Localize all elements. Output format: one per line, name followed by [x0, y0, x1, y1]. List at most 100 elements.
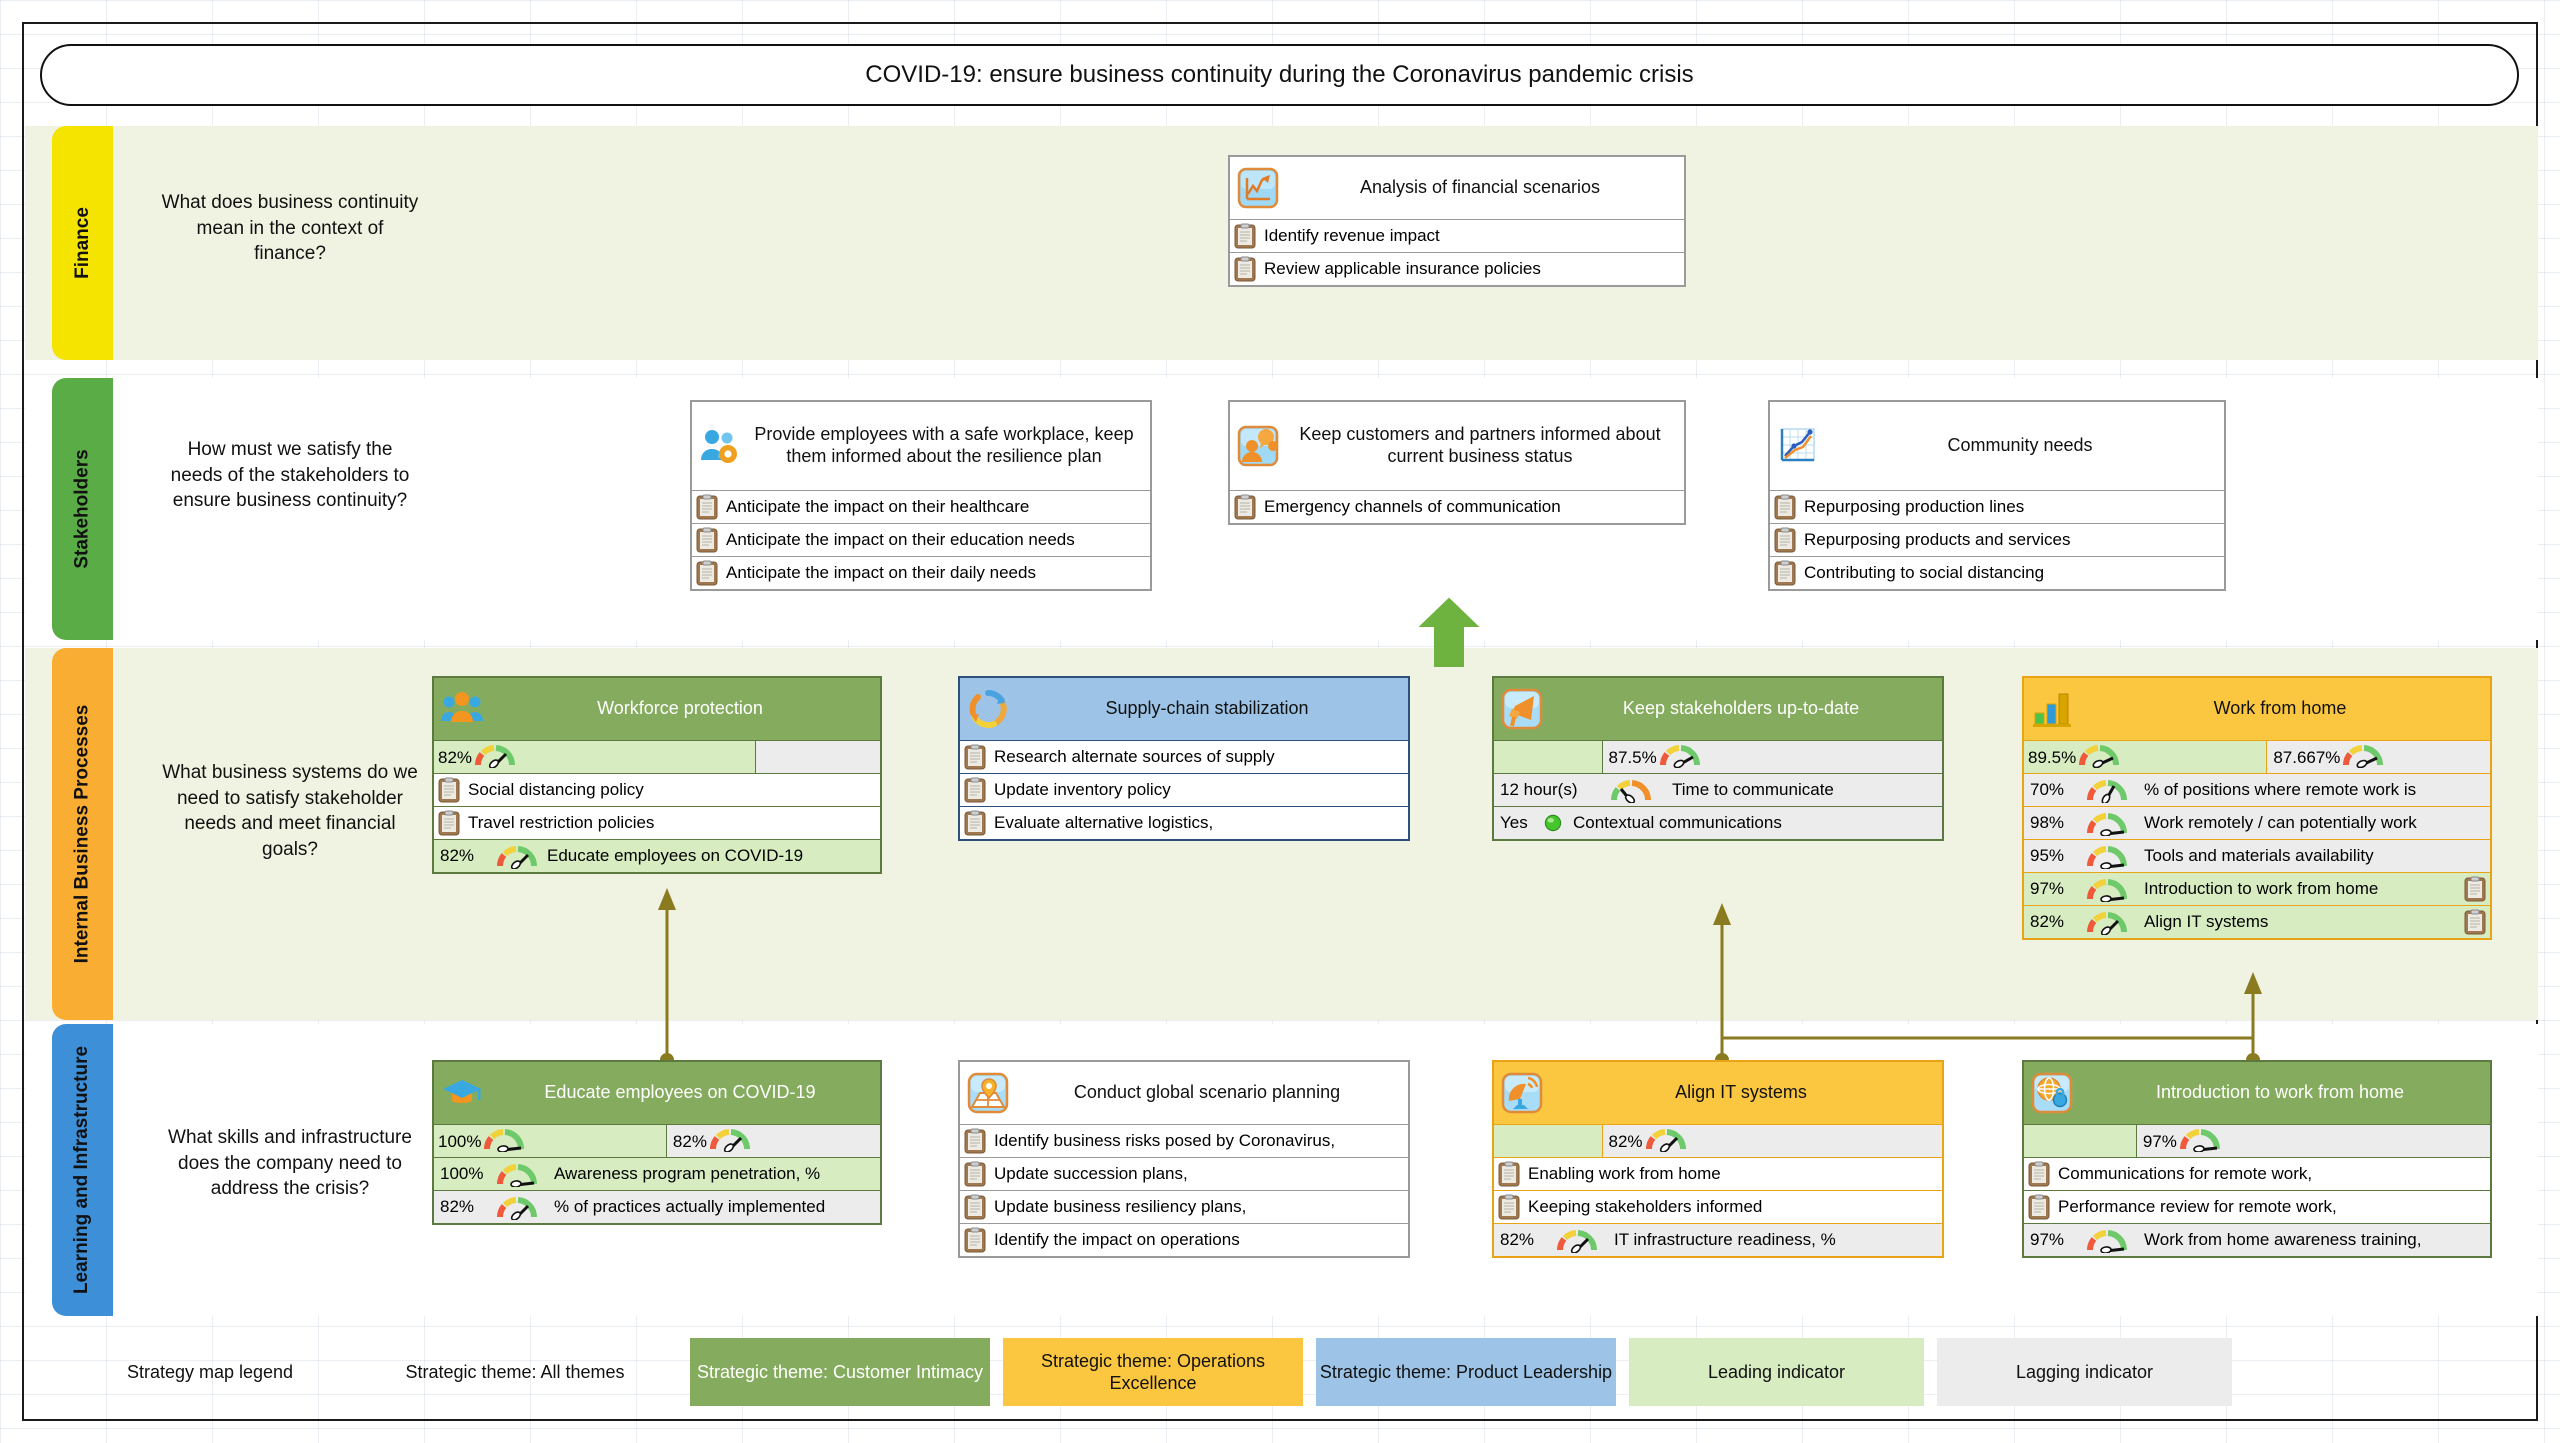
card-title: Provide employees with a safe workplace,…: [754, 424, 1134, 466]
card-workforce-protection[interactable]: Workforce protection 82% Social distanci…: [432, 676, 882, 874]
lagging-progress: [755, 741, 880, 774]
initiative-text: Enabling work from home: [1528, 1164, 1721, 1183]
kpi-row[interactable]: 82% IT infrastructure readiness, %: [1494, 1223, 1942, 1256]
card-align-it-systems[interactable]: Align IT systems 82% Enabling work from …: [1492, 1060, 1944, 1258]
strategy-map-canvas: COVID-19: ensure business continuity dur…: [0, 0, 2560, 1443]
initiative-row[interactable]: Contributing to social distancing: [1770, 556, 2224, 589]
initiative-row[interactable]: Identify business risks posed by Coronav…: [960, 1124, 1408, 1157]
kpi-row[interactable]: 97% Work from home awareness training,: [2024, 1223, 2490, 1256]
kpi-value: 82%: [2030, 912, 2065, 931]
initiative-text: Repurposing production lines: [1804, 497, 2025, 516]
card-educate-employees-on-covid-19[interactable]: Educate employees on COVID-19 100% 82% 1…: [432, 1060, 882, 1225]
card-progress-row: 82%: [434, 740, 880, 774]
line-chart-icon: [1236, 166, 1280, 210]
legend-item-operations-excellence[interactable]: Strategic theme: Operations Excellence: [1003, 1338, 1303, 1406]
initiative-row[interactable]: Performance review for remote work,: [2024, 1190, 2490, 1223]
kpi-row[interactable]: 12 hour(s) Time to communicate: [1494, 773, 1942, 806]
initiative-row[interactable]: Evaluate alternative logistics,: [960, 806, 1408, 839]
initiative-row[interactable]: Travel restriction policies: [434, 806, 880, 839]
kpi-row[interactable]: 98% Work remotely / can potentially work: [2024, 806, 2490, 839]
kpi-row[interactable]: Yes Contextual communications: [1494, 806, 1942, 839]
graduation-cap-icon: [440, 1071, 484, 1115]
leading-progress: [1494, 1125, 1602, 1158]
card-analysis-of-financial-scenarios[interactable]: Analysis of financial scenarios Identify…: [1228, 155, 1686, 287]
leading-value: 100%: [438, 1131, 482, 1151]
initiative-row[interactable]: Anticipate the impact on their healthcar…: [692, 490, 1150, 523]
initiative-text: Social distancing policy: [468, 780, 644, 799]
card-header: Workforce protection: [434, 678, 880, 740]
initiative-row[interactable]: Anticipate the impact on their education…: [692, 523, 1150, 556]
clipboard-icon: [696, 560, 718, 586]
lagging-value: 82%: [672, 1131, 707, 1151]
initiative-text: Anticipate the impact on their daily nee…: [726, 563, 1036, 582]
initiative-row[interactable]: Identify revenue impact: [1230, 219, 1684, 252]
perspective-question-stakeholders: How must we satisfy the needs of the sta…: [170, 439, 410, 512]
clipboard-icon: [1498, 1161, 1520, 1187]
initiative-row[interactable]: Update business resiliency plans,: [960, 1190, 1408, 1223]
card-work-from-home[interactable]: Work from home 89.5% 87.667% 70% % of po…: [2022, 676, 2492, 940]
initiative-row[interactable]: Social distancing policy: [434, 773, 880, 806]
initiative-row[interactable]: Anticipate the impact on their daily nee…: [692, 556, 1150, 589]
kpi-text: Align IT systems: [2144, 912, 2269, 931]
gauge-icon: [2084, 810, 2130, 837]
kpi-row[interactable]: 95% Tools and materials availability: [2024, 839, 2490, 872]
card-keep-customers-and-partners-informed[interactable]: Keep customers and partners informed abo…: [1228, 400, 1686, 525]
card-provide-employees-safe-workplace[interactable]: Provide employees with a safe workplace,…: [690, 400, 1152, 591]
clipboard-icon: [964, 1161, 986, 1187]
legend-item-lagging-indicator[interactable]: Lagging indicator: [1937, 1338, 2232, 1406]
kpi-text: Work remotely / can potentially work: [2144, 813, 2417, 832]
initiative-row[interactable]: Review applicable insurance policies: [1230, 252, 1684, 285]
kpi-row[interactable]: 82% Align IT systems: [2024, 905, 2490, 938]
perspective-label-stakeholders: Stakeholders: [71, 449, 93, 569]
initiative-text: Repurposing products and services: [1804, 530, 2071, 549]
initiative-row[interactable]: Enabling work from home: [1494, 1157, 1942, 1190]
leading-value: 89.5%: [2028, 747, 2077, 767]
clipboard-icon: [964, 744, 986, 770]
kpi-row[interactable]: 70% % of positions where remote work is: [2024, 773, 2490, 806]
refresh-cycle-icon: [966, 687, 1010, 731]
initiative-row[interactable]: Repurposing products and services: [1770, 523, 2224, 556]
kpi-row[interactable]: 82% % of practices actually implemented: [434, 1190, 880, 1223]
legend-item-leading-indicator[interactable]: Leading indicator: [1629, 1338, 1924, 1406]
gauge-icon: [481, 1126, 527, 1157]
card-community-needs[interactable]: Community needs Repurposing production l…: [1768, 400, 2226, 591]
kpi-value: 97%: [2030, 1230, 2065, 1249]
lagging-value: 87.5%: [1608, 747, 1657, 767]
kpi-row[interactable]: 97% Introduction to work from home: [2024, 872, 2490, 905]
initiative-row[interactable]: Identify the impact on operations: [960, 1223, 1408, 1256]
initiative-row[interactable]: Update succession plans,: [960, 1157, 1408, 1190]
clipboard-icon: [2464, 909, 2486, 935]
card-supply-chain-stabilization[interactable]: Supply-chain stabilization Research alte…: [958, 676, 1410, 841]
card-keep-stakeholders-up-to-date[interactable]: Keep stakeholders up-to-date 87.5% 12 ho…: [1492, 676, 1944, 841]
initiative-row[interactable]: Keeping stakeholders informed: [1494, 1190, 1942, 1223]
kpi-row[interactable]: 82% Educate employees on COVID-19: [434, 839, 880, 872]
card-introduction-to-work-from-home[interactable]: Introduction to work from home 97% Commu…: [2022, 1060, 2492, 1258]
kpi-text: % of positions where remote work is: [2144, 780, 2417, 799]
card-conduct-global-scenario-planning[interactable]: Conduct global scenario planning Identif…: [958, 1060, 1410, 1258]
initiative-row[interactable]: Emergency channels of communication: [1230, 490, 1684, 523]
legend-item-all-themes[interactable]: Strategic theme: All themes: [370, 1348, 660, 1396]
card-title: Keep stakeholders up-to-date: [1622, 698, 1860, 719]
card-progress-row: 87.5%: [1494, 740, 1942, 774]
leading-progress: 82%: [434, 741, 756, 774]
legend-item-customer-intimacy[interactable]: Strategic theme: Customer Intimacy: [690, 1338, 990, 1406]
person-speech-icon: [1236, 424, 1280, 468]
initiative-row[interactable]: Research alternate sources of supply: [960, 740, 1408, 773]
clipboard-icon: [1774, 560, 1796, 586]
clipboard-icon: [1234, 223, 1256, 249]
lagging-value: 87.667%: [2273, 747, 2341, 767]
perspective-tab-finance[interactable]: Finance: [52, 126, 113, 360]
kpi-value: 70%: [2030, 780, 2065, 799]
initiative-row[interactable]: Repurposing production lines: [1770, 490, 2224, 523]
card-progress-row: 82%: [1494, 1124, 1942, 1158]
group-people-icon: [440, 687, 484, 731]
kpi-value: 98%: [2030, 813, 2065, 832]
legend-item-product-leadership[interactable]: Strategic theme: Product Leadership: [1316, 1338, 1616, 1406]
initiative-row[interactable]: Update inventory policy: [960, 773, 1408, 806]
gauge-icon: [2084, 843, 2130, 870]
gauge-icon: [2340, 742, 2386, 773]
kpi-row[interactable]: 100% Awareness program penetration, %: [434, 1157, 880, 1190]
gauge-icon: [2084, 1227, 2130, 1254]
clipboard-icon: [964, 1128, 986, 1154]
initiative-row[interactable]: Communications for remote work,: [2024, 1157, 2490, 1190]
